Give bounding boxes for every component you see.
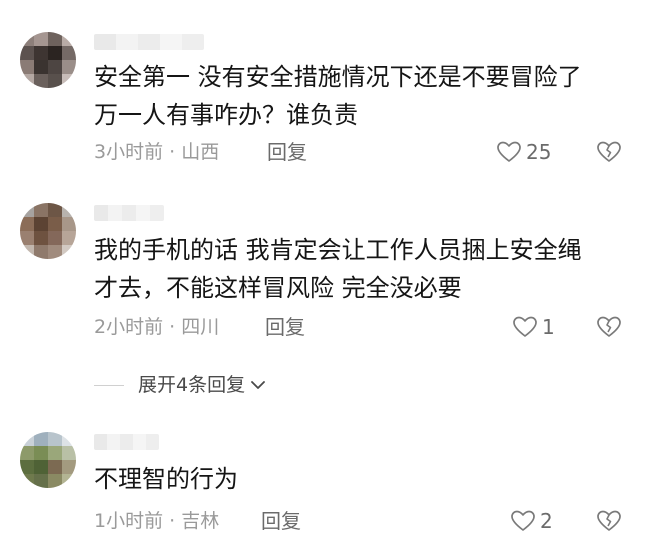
reply-button[interactable]: 回复 bbox=[261, 509, 301, 533]
comment-meta: 2小时前 · 四川 bbox=[94, 315, 219, 339]
comment-text: 安全第一 没有安全措施情况下还是不要冒险了 万一人有事咋办？谁负责 bbox=[94, 63, 582, 129]
divider bbox=[94, 384, 124, 386]
comment-time: 2小时前 bbox=[94, 316, 164, 338]
broken-heart-icon[interactable] bbox=[596, 315, 622, 339]
username[interactable] bbox=[94, 34, 204, 50]
comment-location: 吉林 bbox=[181, 510, 220, 532]
heart-icon[interactable] bbox=[510, 509, 536, 533]
avatar[interactable] bbox=[20, 203, 76, 259]
broken-heart-icon[interactable] bbox=[596, 509, 622, 533]
username[interactable] bbox=[94, 205, 164, 221]
reply-button[interactable]: 回复 bbox=[267, 140, 307, 164]
comment-meta: 3小时前 · 山西 bbox=[94, 140, 219, 164]
like-count: 25 bbox=[526, 140, 552, 164]
comment-text: 我的手机的话 我肯定会让工作人员捆上安全绳 才去，不能这样冒风险 完全没必要 bbox=[94, 236, 582, 302]
avatar[interactable] bbox=[20, 32, 76, 88]
heart-icon[interactable] bbox=[496, 140, 522, 164]
username[interactable] bbox=[94, 434, 159, 450]
comment-time: 3小时前 bbox=[94, 141, 164, 163]
heart-icon[interactable] bbox=[512, 315, 538, 339]
meta-separator: · bbox=[169, 510, 176, 532]
expand-replies-button[interactable]: 展开4条回复 bbox=[94, 373, 267, 397]
avatar[interactable] bbox=[20, 432, 76, 488]
like-count: 2 bbox=[540, 509, 553, 533]
comment-text: 不理智的行为 bbox=[94, 465, 238, 493]
meta-separator: · bbox=[169, 141, 176, 163]
comment-meta: 1小时前 · 吉林 bbox=[94, 509, 219, 533]
broken-heart-icon[interactable] bbox=[596, 140, 622, 164]
comment-location: 山西 bbox=[181, 141, 220, 163]
chevron-down-icon bbox=[251, 381, 265, 389]
meta-separator: · bbox=[169, 316, 176, 338]
expand-replies-label: 展开4条回复 bbox=[138, 374, 246, 396]
like-count: 1 bbox=[542, 315, 555, 339]
comment-time: 1小时前 bbox=[94, 510, 164, 532]
comment-location: 四川 bbox=[181, 316, 220, 338]
reply-button[interactable]: 回复 bbox=[265, 315, 305, 339]
